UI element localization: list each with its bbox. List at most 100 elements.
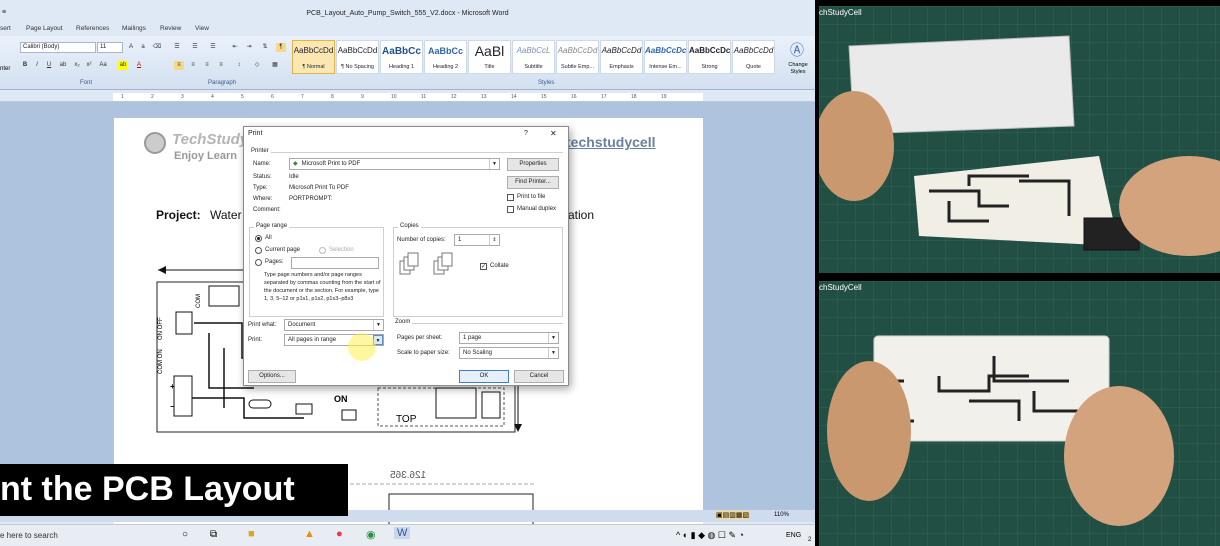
style-emphasis[interactable]: AaBbCcDd Emphasis (600, 40, 643, 74)
clear-format-icon[interactable]: ⌫ (152, 43, 162, 52)
current-page-radio[interactable] (255, 247, 262, 254)
align-left-icon[interactable]: ≡ (174, 61, 184, 70)
selection-radio[interactable] (319, 247, 326, 254)
tab-mailings[interactable]: Mailings (122, 25, 146, 32)
style-subtitle[interactable]: AaBbCcL Subtitle (512, 40, 555, 74)
font-color-icon[interactable]: A (134, 61, 144, 70)
tab-view[interactable]: View (195, 25, 209, 32)
shrink-font-icon[interactable]: a (138, 43, 148, 52)
style-quote[interactable]: AaBbCcDd Quote (732, 40, 775, 74)
multilevel-icon[interactable]: ☰ (208, 43, 218, 52)
tab-references[interactable]: References (76, 25, 109, 32)
chevron-down-icon[interactable]: ▼ (548, 333, 558, 343)
ruler-number: 7 (301, 94, 304, 100)
manual-duplex-checkbox[interactable] (507, 206, 514, 213)
printer-name-select[interactable]: ◆ Microsoft Print to PDF ▼ (289, 158, 500, 170)
cortana-icon[interactable]: ○ (182, 529, 188, 540)
output-terminal (481, 391, 501, 419)
tab-insert[interactable]: sert (0, 25, 11, 32)
show-marks-icon[interactable]: ¶ (276, 43, 286, 52)
subscript-icon[interactable]: x₂ (72, 61, 82, 70)
ruler-number: 2 (151, 94, 154, 100)
file-explorer-icon[interactable]: ■ (248, 528, 255, 540)
zoom-level[interactable]: 110% (774, 512, 789, 518)
chevron-down-icon[interactable]: ▼ (489, 159, 499, 169)
justify-icon[interactable]: ≡ (216, 61, 226, 70)
collate-checkbox[interactable]: ✓ (480, 263, 487, 270)
ruler-number: 19 (661, 94, 667, 100)
mouse-cursor-highlight (348, 333, 376, 361)
all-radio[interactable] (255, 235, 262, 242)
pages-per-sheet-select[interactable]: 1 page ▼ (459, 332, 559, 344)
font-name-select[interactable]: Calibri (Body) (20, 42, 96, 53)
window-title: PCB_Layout_Auto_Pump_Switch_555_V2.docx … (306, 10, 509, 17)
grow-font-icon[interactable]: A (126, 43, 136, 52)
properties-button[interactable]: Properties (507, 158, 559, 171)
chevron-down-icon[interactable]: ▼ (373, 320, 383, 330)
style-heading-1[interactable]: AaBbCc Heading 1 (380, 40, 423, 74)
tray-icons[interactable]: ^ ◐ ▮ ◆ ◍ ☐ ✎ ◔ (676, 530, 744, 541)
tray-digit: 2 (808, 537, 812, 543)
bullets-icon[interactable]: ☰ (172, 43, 182, 52)
increase-indent-icon[interactable]: ⇥ (244, 43, 254, 52)
numbering-icon[interactable]: ☰ (190, 43, 200, 52)
app-icon[interactable]: ● (336, 528, 343, 540)
hand-left-2 (827, 361, 911, 501)
print-value: All pages in range (288, 337, 337, 343)
chrome-icon[interactable]: ◉ (366, 528, 376, 541)
change-case-icon[interactable]: Aa (98, 61, 108, 70)
borders-icon[interactable]: ▦ (270, 61, 280, 70)
change-styles-button[interactable]: Change Styles (786, 62, 810, 76)
bold-icon[interactable]: B (20, 61, 30, 70)
vlc-icon[interactable]: ▲ (304, 528, 315, 540)
language-indicator[interactable]: ENG (786, 532, 801, 539)
italic-icon[interactable]: I (32, 61, 42, 70)
shading-icon[interactable]: ◇ (252, 61, 262, 70)
word-task-icon[interactable]: W (394, 527, 411, 539)
ok-button[interactable]: OK (459, 370, 509, 383)
close-icon[interactable]: ✕ (550, 129, 557, 138)
style-heading-2[interactable]: AaBbCc Heading 2 (424, 40, 467, 74)
pages-radio[interactable] (255, 259, 262, 266)
font-size-select[interactable]: 11 (97, 42, 123, 53)
print-what-select[interactable]: Document ▼ (284, 319, 384, 331)
highlight-icon[interactable]: ab (118, 61, 128, 70)
pages-input[interactable] (291, 257, 379, 269)
print-to-file-checkbox[interactable] (507, 194, 514, 201)
ruler-number: 12 (451, 94, 457, 100)
align-center-icon[interactable]: ≡ (188, 61, 198, 70)
superscript-icon[interactable]: x² (84, 61, 94, 70)
change-styles-icon[interactable]: Ⓐ (790, 40, 804, 60)
sort-icon[interactable]: ⇅ (260, 43, 270, 52)
tab-page-layout[interactable]: Page Layout (26, 25, 63, 32)
spin-icon[interactable]: ⇕ (489, 235, 499, 245)
view-buttons[interactable]: ▣▤▥▦▧ (716, 511, 750, 519)
ruler-number: 1 (121, 94, 124, 100)
line-spacing-icon[interactable]: ↕ (234, 61, 244, 70)
style-subtle-emphasis[interactable]: AaBbCcDd Subtle Emp... (556, 40, 599, 74)
cancel-button[interactable]: Cancel (514, 370, 564, 383)
style-strong[interactable]: AaBbCcDc Strong (688, 40, 731, 74)
style-intense-emphasis[interactable]: AaBbCcDc Intense Em... (644, 40, 687, 74)
watermark-top: chStudyCell (819, 8, 862, 17)
style-no-spacing[interactable]: AaBbCcDd ¶ No Spacing (336, 40, 379, 74)
tab-review[interactable]: Review (160, 25, 181, 32)
ruler-number: 11 (421, 94, 427, 100)
copies-stepper[interactable]: 1 ⇕ (454, 234, 500, 246)
style-title[interactable]: AaBl Title (468, 40, 511, 74)
align-right-icon[interactable]: ≡ (202, 61, 212, 70)
style-normal[interactable]: AaBbCcDd ¶ Normal (292, 40, 335, 74)
options-button[interactable]: Options... (248, 370, 296, 383)
find-printer-button[interactable]: Find Printer... (507, 176, 559, 189)
underline-icon[interactable]: U (44, 61, 54, 70)
ruler-number: 18 (631, 94, 637, 100)
task-view-icon[interactable]: ⧉ (210, 529, 217, 540)
search-box[interactable]: e here to search (0, 531, 58, 540)
pcb-label-plus: + (170, 382, 175, 391)
chevron-down-icon[interactable]: ▼ (548, 348, 558, 358)
scale-select[interactable]: No Scaling ▼ (459, 347, 559, 359)
page-range-label: Page range (254, 223, 290, 229)
strikethrough-icon[interactable]: ab (58, 61, 68, 70)
decrease-indent-icon[interactable]: ⇤ (230, 43, 240, 52)
help-button[interactable]: ? (524, 130, 528, 137)
